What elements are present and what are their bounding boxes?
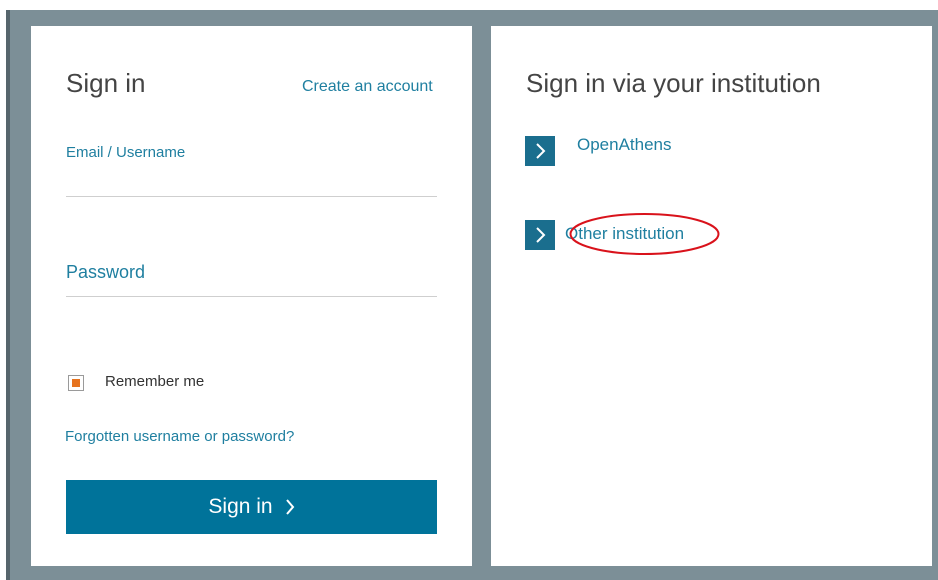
- institution-option-label: Other institution: [565, 224, 685, 243]
- email-label: Email / Username: [66, 144, 186, 161]
- password-field[interactable]: [66, 270, 441, 298]
- remember-me-label: Remember me: [105, 373, 205, 390]
- password-underline: [66, 296, 437, 297]
- remember-me-checkbox[interactable]: [68, 375, 84, 391]
- chevron-right-icon: [525, 136, 555, 166]
- institution-option-openathens[interactable]: OpenAthens: [525, 135, 672, 166]
- checkbox-check-mark: [72, 379, 80, 387]
- email-field[interactable]: [66, 170, 441, 198]
- sign-in-button[interactable]: Sign in: [66, 480, 437, 534]
- create-account-link[interactable]: Create an account: [302, 78, 433, 96]
- institution-option-other[interactable]: Other institution: [525, 220, 684, 250]
- sign-in-button-label: Sign in: [208, 495, 273, 518]
- signin-panel: Sign in Create an account Email / Userna…: [31, 26, 472, 566]
- chevron-right-icon: [525, 220, 555, 250]
- signin-heading: Sign in: [66, 68, 146, 98]
- institution-heading: Sign in via your institution: [526, 68, 821, 98]
- forgot-password-link[interactable]: Forgotten username or password?: [65, 428, 294, 445]
- email-underline: [66, 196, 437, 197]
- institution-panel: Sign in via your institution OpenAthens …: [491, 26, 932, 566]
- institution-option-label: OpenAthens: [577, 135, 672, 154]
- page-left-edge: [0, 0, 10, 580]
- chevron-right-icon: [285, 498, 295, 516]
